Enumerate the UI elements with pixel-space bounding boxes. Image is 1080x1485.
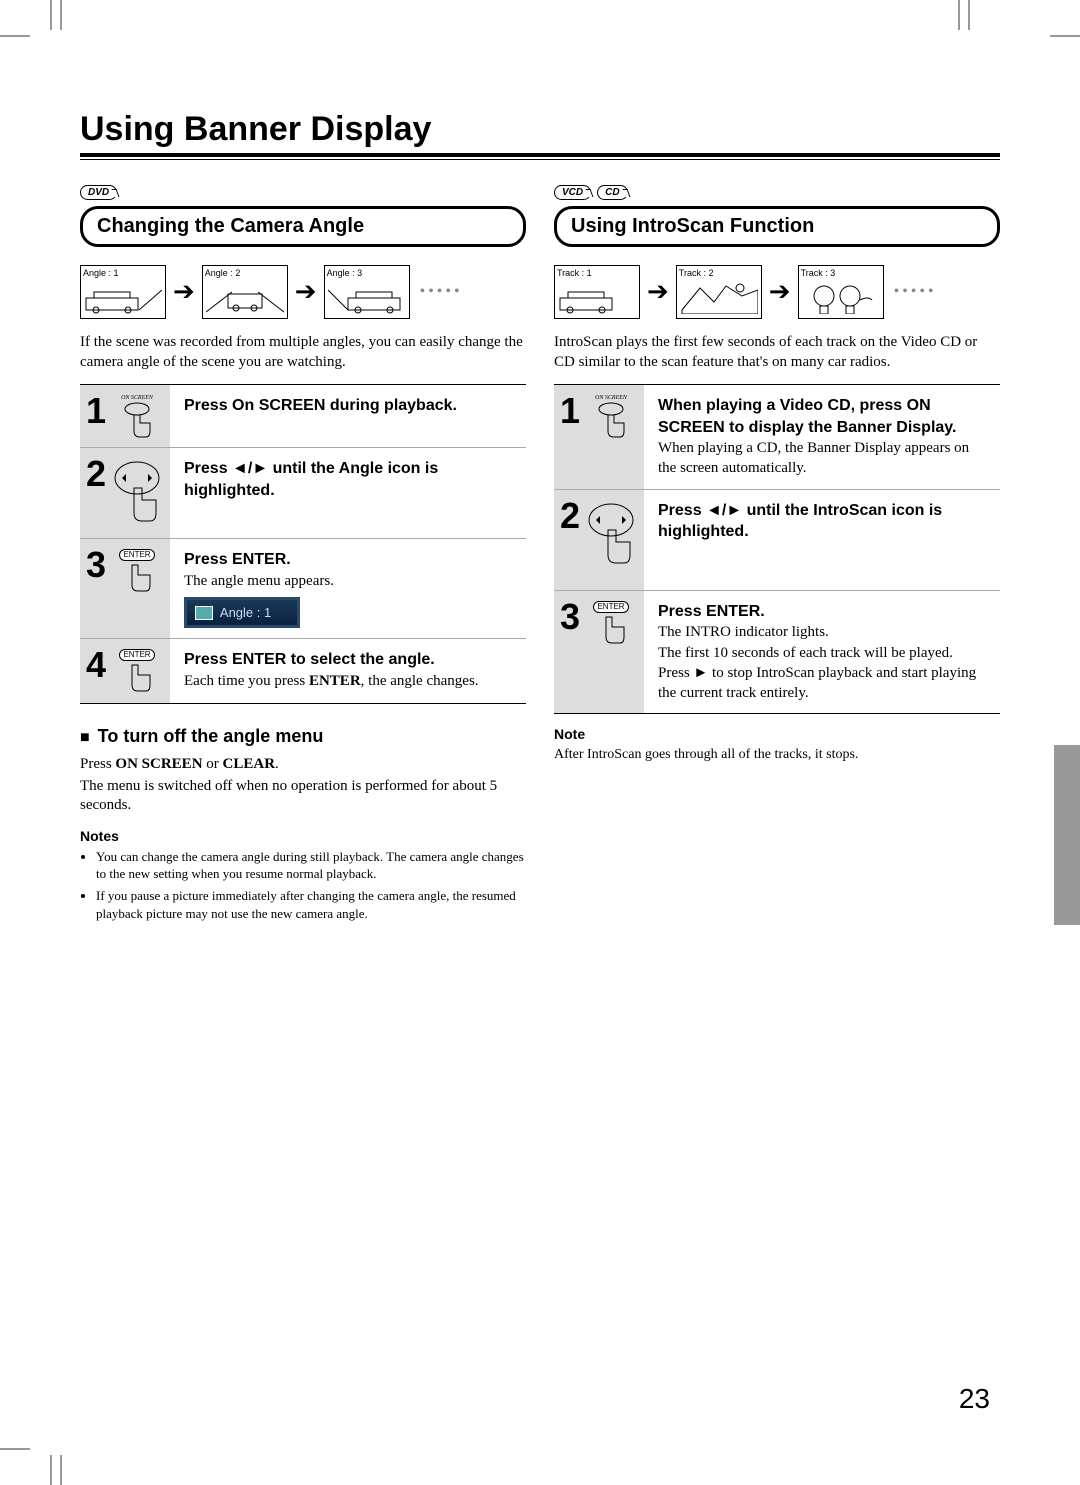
osc-display: Angle : 1 xyxy=(184,597,300,629)
sub-heading-turnoff: To turn off the angle menu xyxy=(80,726,526,747)
notes-heading-right: Note xyxy=(554,726,1000,742)
note-right: After IntroScan goes through all of the … xyxy=(554,746,1000,764)
disc-badge-dvd: DVD xyxy=(80,185,117,200)
section-title-left: Changing the Camera Angle xyxy=(80,206,526,247)
ellipsis: ••••• xyxy=(416,283,463,301)
intro-left: If the scene was recorded from multiple … xyxy=(80,333,526,372)
disc-badge-cd: CD xyxy=(597,185,627,200)
arrow-icon: ➔ xyxy=(295,279,317,305)
steps-left: 1 ON SCREEN Press On SCREEN during playb… xyxy=(80,384,526,704)
steps-right: 1 ON SCREEN When playing a Video CD, pre… xyxy=(554,384,1000,714)
button-press-icon xyxy=(594,613,628,647)
arrow-icon: ➔ xyxy=(173,279,195,305)
filmstrip-left: Angle : 1 ➔ Angle : 2 ➔ Angle : 3 ••••• xyxy=(80,265,526,319)
button-press-icon xyxy=(120,401,154,439)
right-column: VCD CD Using IntroScan Function Track : … xyxy=(554,182,1000,926)
notes-list-left: You can change the camera angle during s… xyxy=(80,848,526,922)
button-press-icon xyxy=(594,401,628,439)
intro-right: IntroScan plays the first few seconds of… xyxy=(554,333,1000,372)
page-title: Using Banner Display xyxy=(80,110,1000,149)
page-number: 23 xyxy=(959,1383,990,1415)
button-press-icon xyxy=(120,561,154,595)
section-title-right: Using IntroScan Function xyxy=(554,206,1000,247)
disc-badge-vcd: VCD xyxy=(554,185,591,200)
left-column: DVD Changing the Camera Angle Angle : 1 … xyxy=(80,182,526,926)
dpad-icon xyxy=(112,458,162,528)
dpad-icon xyxy=(586,500,636,570)
filmstrip-right: Track : 1 ➔ Track : 2 ➔ Track : 3 ••••• xyxy=(554,265,1000,319)
button-press-icon xyxy=(120,661,154,695)
notes-heading-left: Notes xyxy=(80,828,526,844)
